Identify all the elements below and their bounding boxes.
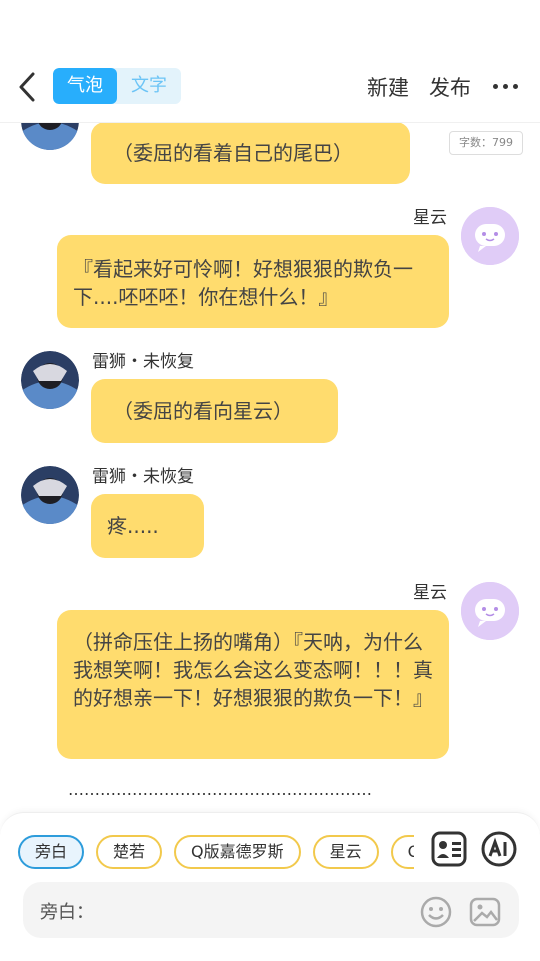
role-chip[interactable]: Q版	[390, 835, 414, 869]
ai-icon[interactable]	[481, 831, 517, 867]
emoji-icon[interactable]	[420, 896, 452, 928]
message-bubble[interactable]: （委屈的看着自己的尾巴）	[91, 122, 410, 184]
image-icon[interactable]	[469, 896, 501, 928]
speaker-name: 星云	[413, 583, 447, 603]
more-menu-icon[interactable]	[492, 72, 520, 100]
role-chip[interactable]: 星云	[312, 835, 379, 869]
word-count: 字数：799	[449, 131, 523, 155]
speaker-name: 雷狮・未恢复	[92, 352, 194, 372]
avatar-leishi[interactable]	[21, 466, 79, 524]
message-bubble[interactable]: 疼.....	[91, 494, 204, 558]
role-chip-narration[interactable]: 旁白	[18, 835, 85, 869]
speaker-name: 星云	[413, 208, 447, 228]
tab-text[interactable]: 文字	[117, 68, 181, 104]
speaker-name: 雷狮・未恢复	[92, 467, 194, 487]
message-input[interactable]: 旁白：	[23, 882, 519, 938]
message-text: 『看起来好可怜啊！好想狠狠的欺负一下....呸呸呸！你在想什么！』	[73, 257, 413, 309]
avatar-xingyun[interactable]	[461, 207, 519, 265]
divider-dots: …………………………………………………	[68, 780, 372, 799]
role-chip[interactable]: Q版嘉德罗斯	[174, 835, 301, 869]
message-bubble[interactable]: （拼命压住上扬的嘴角）『天呐，为什么我想笑啊！我怎么会这么变态啊！！！真的好想亲…	[57, 610, 449, 759]
tab-bubble[interactable]: 气泡	[53, 68, 117, 104]
message-text: （拼命压住上扬的嘴角）『天呐，为什么我想笑啊！我怎么会这么变态啊！！！真的好想亲…	[73, 630, 433, 710]
back-arrow-icon[interactable]	[14, 70, 42, 104]
message-text: 疼.....	[107, 514, 159, 538]
bottom-panel: 旁白楚若 Q版嘉德罗斯星云 Q版 旁白：	[0, 812, 540, 961]
message-bubble[interactable]: （委屈的看向星云）	[91, 379, 338, 443]
mode-switch: 气泡 文字	[53, 68, 181, 104]
new-button[interactable]: 新建	[367, 72, 409, 102]
top-bar: 气泡 文字 新建 发布	[0, 0, 540, 123]
message-text: （委屈的看向星云）	[113, 399, 293, 423]
input-speaker-label: 旁白：	[40, 902, 94, 923]
message-bubble[interactable]: 『看起来好可怜啊！好想狠狠的欺负一下....呸呸呸！你在想什么！』	[57, 235, 449, 328]
avatar-xingyun[interactable]	[461, 582, 519, 640]
role-chip[interactable]: 楚若	[96, 835, 163, 869]
publish-button[interactable]: 发布	[429, 72, 471, 102]
role-chip-list: 旁白楚若 Q版嘉德罗斯星云 Q版	[18, 835, 414, 869]
message-text: （委屈的看着自己的尾巴）	[113, 141, 353, 165]
avatar-leishi[interactable]	[21, 351, 79, 409]
role-card-icon[interactable]	[431, 831, 467, 867]
